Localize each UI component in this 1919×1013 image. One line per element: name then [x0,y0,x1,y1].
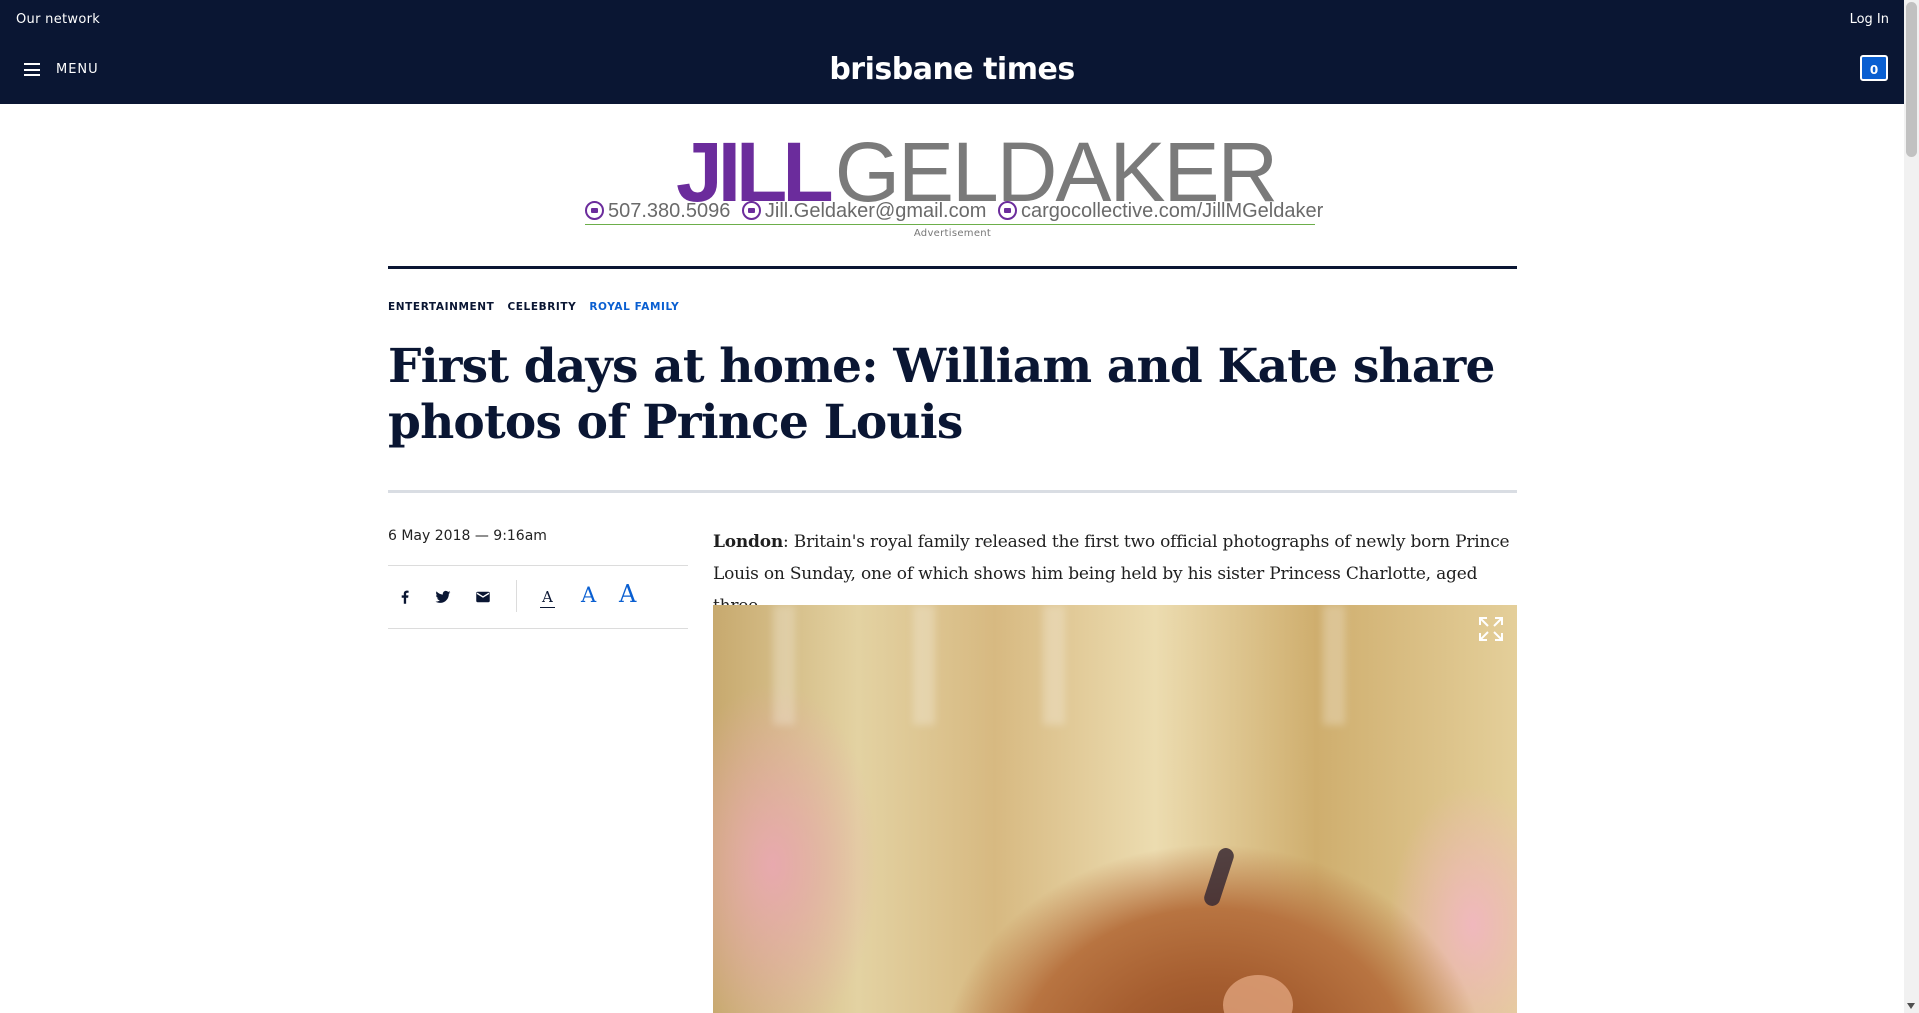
article-hero-image[interactable] [713,605,1517,1013]
breadcrumb: ENTERTAINMENT CELEBRITY ROYAL FAMILY [388,301,679,313]
font-size-medium-button[interactable]: A [581,583,596,607]
expand-icon[interactable] [1477,615,1505,643]
mail-icon [741,201,761,220]
lead-text: : Britain's royal family released the fi… [713,532,1510,616]
publish-date: 6 May 2018 — 9:16am [388,528,547,544]
advertisement-banner[interactable]: JILLGELDAKER 507.380.5096 Jill.Geldaker@… [585,130,1323,239]
hair-clip-detail [1202,845,1236,909]
category-entertainment[interactable]: ENTERTAINMENT [388,301,494,313]
scrollbar-thumb[interactable] [1906,2,1917,157]
ad-phone: 507.380.5096 [608,200,731,222]
ad-email: Jill.Geldaker@gmail.com [764,200,987,222]
ad-label: Advertisement [913,228,992,239]
category-celebrity[interactable]: CELEBRITY [507,301,576,313]
portfolio-icon [997,201,1017,220]
twitter-icon[interactable] [434,588,452,606]
our-network-link[interactable]: Our network [16,12,100,27]
article-headline: First days at home: William and Kate sha… [388,339,1495,450]
login-link[interactable]: Log In [1850,12,1889,27]
page-scrollbar[interactable] [1904,0,1919,1013]
share-toolbar: A A A [388,565,688,629]
font-size-small-button[interactable]: A [540,588,555,608]
masthead: MENU brisbane times 0 [0,40,1904,104]
photo-detail [1223,975,1293,1013]
facebook-icon[interactable] [396,588,414,606]
site-logo[interactable]: brisbane times [0,52,1904,87]
phone-icon [585,201,604,220]
toolbar-divider [516,580,517,612]
section-divider [388,266,1517,269]
scroll-down-icon[interactable] [1907,1003,1915,1009]
cart-button[interactable]: 0 [1860,55,1888,81]
email-icon[interactable] [474,588,492,606]
dateline: London [713,532,784,552]
network-bar: Our network Log In [0,0,1904,41]
ad-website: cargocollective.com/JillMGeldaker [1020,200,1324,222]
font-size-large-button[interactable]: A [619,580,636,608]
category-royal-family[interactable]: ROYAL FAMILY [589,301,679,313]
ad-contact-line: 507.380.5096 Jill.Geldaker@gmail.com car… [585,200,1323,225]
headline-divider [388,490,1517,493]
